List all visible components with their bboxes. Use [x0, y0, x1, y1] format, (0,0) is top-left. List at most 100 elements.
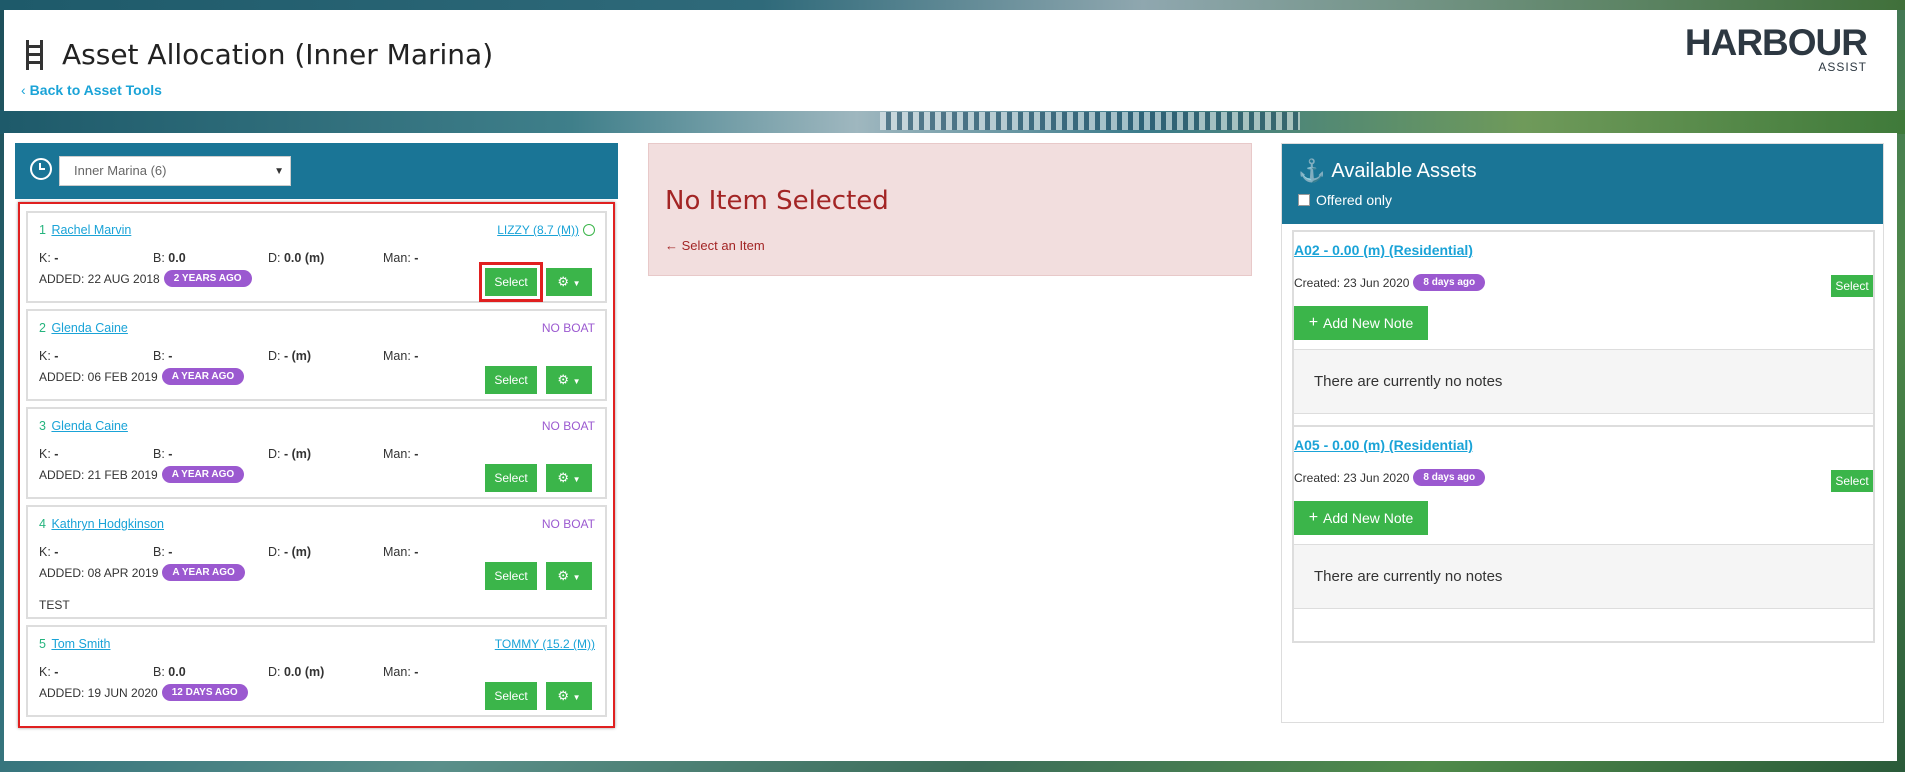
- list-item-note: TEST: [39, 598, 70, 612]
- list-item-number: 2: [39, 321, 46, 335]
- gear-icon: ⚙: [557, 274, 570, 289]
- select-button[interactable]: Select: [479, 262, 543, 302]
- no-item-title: No Item Selected: [665, 186, 889, 216]
- offered-only-checkbox[interactable]: Offered only: [1298, 192, 1392, 208]
- list-item-title: 4 Kathryn Hodgkinson: [39, 517, 164, 531]
- plus-icon: +: [1308, 509, 1319, 526]
- caret-down-icon: ▼: [572, 377, 581, 386]
- customer-name-link[interactable]: Tom Smith: [51, 637, 110, 651]
- select-button[interactable]: Select: [485, 464, 537, 492]
- stat-k: K: -: [39, 545, 59, 559]
- chevron-left-icon: ‹: [21, 82, 26, 98]
- page-title: Asset Allocation (Inner Marina): [24, 38, 493, 71]
- asset-card: A05 - 0.00 (m) (Residential) Created: 23…: [1292, 425, 1875, 643]
- age-badge: 2 YEARS AGO: [163, 270, 252, 287]
- checkbox-box[interactable]: [1298, 194, 1310, 206]
- stat-k: K: -: [39, 349, 59, 363]
- asset-card: A02 - 0.00 (m) (Residential) Created: 23…: [1292, 230, 1875, 448]
- age-badge: 12 DAYS AGO: [161, 684, 248, 701]
- page-header: Asset Allocation (Inner Marina) ‹ Back t…: [4, 10, 1897, 111]
- no-boat-label: NO BOAT: [541, 419, 595, 433]
- stat-d: D: 0.0 (m): [268, 251, 325, 265]
- gear-icon: ⚙: [557, 470, 570, 485]
- stat-man: Man: -: [383, 251, 419, 265]
- age-badge: A YEAR AGO: [161, 368, 245, 385]
- list-item: 4 Kathryn Hodgkinson NO BOAT K: - B: - D…: [26, 505, 607, 619]
- list-item-number: 5: [39, 637, 46, 651]
- options-dropdown-button[interactable]: ⚙ ▼: [546, 562, 592, 590]
- back-to-asset-tools-link[interactable]: ‹ Back to Asset Tools: [21, 82, 162, 98]
- gear-icon: ⚙: [557, 372, 570, 387]
- list-item-number: 3: [39, 419, 46, 433]
- added-date: ADDED: 22 AUG 2018 2 YEARS AGO: [39, 270, 252, 287]
- options-dropdown-button[interactable]: ⚙ ▼: [546, 682, 592, 710]
- stat-d: D: - (m): [268, 545, 312, 559]
- asset-select-button[interactable]: Select: [1831, 470, 1873, 492]
- notes-panel: There are currently no notes: [1294, 349, 1873, 414]
- list-item: 3 Glenda Caine NO BOAT K: - B: - D: - (m…: [26, 407, 607, 499]
- added-date: ADDED: 19 JUN 2020 12 DAYS AGO: [39, 684, 248, 701]
- boat-link[interactable]: LIZZY (8.7 (M)): [497, 223, 595, 237]
- background-top: [0, 0, 1905, 10]
- select-button[interactable]: Select: [485, 682, 537, 710]
- available-assets-header: ⚓ Available Assets Offered only: [1282, 144, 1883, 224]
- age-badge: A YEAR AGO: [162, 564, 245, 581]
- customer-name-link[interactable]: Kathryn Hodgkinson: [51, 517, 164, 531]
- stat-b: B: -: [153, 545, 173, 559]
- gear-icon: ⚙: [557, 568, 570, 583]
- waiting-list: 1 Rachel Marvin LIZZY (8.7 (M)) K: - B: …: [18, 202, 615, 728]
- list-item-title: 2 Glenda Caine: [39, 321, 128, 335]
- add-new-note-button[interactable]: + Add New Note: [1294, 306, 1428, 340]
- stat-man: Man: -: [383, 349, 419, 363]
- page-title-text: Asset Allocation (Inner Marina): [62, 38, 494, 71]
- main-panel: Inner Marina (6) ▼ 1 Rachel Marvin LIZZY…: [4, 133, 1897, 761]
- list-item-title: 5 Tom Smith: [39, 637, 110, 651]
- options-dropdown-button[interactable]: ⚙ ▼: [546, 366, 592, 394]
- stat-b: B: -: [153, 447, 173, 461]
- options-dropdown-button[interactable]: ⚙ ▼: [546, 268, 592, 296]
- list-item-number: 1: [39, 223, 46, 237]
- asset-select-button[interactable]: Select: [1831, 275, 1873, 297]
- gear-icon: ⚙: [557, 688, 570, 703]
- select-button[interactable]: Select: [485, 366, 537, 394]
- plus-icon: +: [1308, 314, 1319, 331]
- asset-title-link[interactable]: A05 - 0.00 (m) (Residential): [1294, 437, 1473, 453]
- stat-man: Man: -: [383, 665, 419, 679]
- clock-icon: [30, 158, 52, 180]
- stat-b: B: 0.0: [153, 251, 186, 265]
- background-boats: [880, 112, 1300, 130]
- clock-icon: [583, 224, 595, 236]
- asset-created: Created: 23 Jun 2020 8 days ago: [1294, 469, 1486, 486]
- chevron-down-icon: ▼: [274, 166, 284, 177]
- age-badge: 8 days ago: [1413, 274, 1486, 291]
- list-item-title: 1 Rachel Marvin: [39, 223, 131, 237]
- asset-title-link[interactable]: A02 - 0.00 (m) (Residential): [1294, 242, 1473, 258]
- back-link-label: Back to Asset Tools: [29, 82, 162, 98]
- no-boat-label: NO BOAT: [541, 517, 595, 531]
- notes-footer: [1294, 609, 1873, 641]
- no-item-selected-panel: No Item Selected ← Select an Item: [648, 143, 1252, 276]
- no-notes-text: There are currently no notes: [1314, 568, 1503, 585]
- age-badge: A YEAR AGO: [161, 466, 245, 483]
- list-item: 1 Rachel Marvin LIZZY (8.7 (M)) K: - B: …: [26, 211, 607, 303]
- added-date: ADDED: 06 FEB 2019 A YEAR AGO: [39, 368, 245, 385]
- harbour-assist-logo: HARBOUR ASSIST: [1684, 22, 1868, 75]
- add-new-note-button[interactable]: + Add New Note: [1294, 501, 1428, 535]
- caret-down-icon: ▼: [572, 475, 581, 484]
- boat-link[interactable]: TOMMY (15.2 (M)): [495, 637, 595, 651]
- age-badge: 8 days ago: [1413, 469, 1486, 486]
- stat-man: Man: -: [383, 447, 419, 461]
- select-button[interactable]: Select: [485, 562, 537, 590]
- stat-d: D: 0.0 (m): [268, 665, 325, 679]
- customer-name-link[interactable]: Glenda Caine: [51, 419, 127, 433]
- list-item: 5 Tom Smith TOMMY (15.2 (M)) K: - B: 0.0…: [26, 625, 607, 717]
- customer-name-link[interactable]: Rachel Marvin: [51, 223, 131, 237]
- stat-d: D: - (m): [268, 447, 312, 461]
- customer-name-link[interactable]: Glenda Caine: [51, 321, 127, 335]
- caret-down-icon: ▼: [572, 573, 581, 582]
- available-assets-title: ⚓ Available Assets: [1298, 158, 1477, 183]
- marina-select[interactable]: Inner Marina (6) ▼: [59, 156, 291, 186]
- list-item-number: 4: [39, 517, 46, 531]
- options-dropdown-button[interactable]: ⚙ ▼: [546, 464, 592, 492]
- stat-k: K: -: [39, 251, 59, 265]
